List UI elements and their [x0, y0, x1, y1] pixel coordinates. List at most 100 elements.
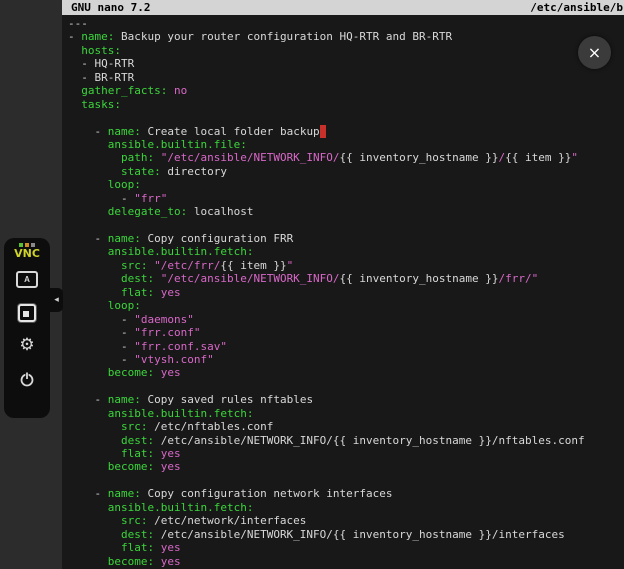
- code-segment: flat:: [121, 447, 154, 460]
- code-segment: [154, 447, 161, 460]
- code-line: ansible.builtin.fetch:: [68, 245, 624, 258]
- code-segment: [68, 434, 121, 447]
- code-line: - "daemons": [68, 313, 624, 326]
- code-segment: name:: [108, 125, 141, 138]
- code-segment: src:: [121, 420, 148, 433]
- code-segment: yes: [161, 447, 181, 460]
- code-segment: - HQ-RTR: [68, 57, 134, 70]
- power-button[interactable]: [10, 362, 44, 395]
- code-segment: -: [68, 125, 108, 138]
- settings-button[interactable]: ⚙: [10, 329, 44, 362]
- code-line: path: "/etc/ansible/NETWORK_INFO/{{ inve…: [68, 151, 624, 164]
- code-segment: delegate_to:: [108, 205, 187, 218]
- code-segment: "/etc/ansible/NETWORK_INFO/: [161, 151, 340, 164]
- code-line: tasks:: [68, 98, 624, 111]
- code-segment: /nftables.conf: [492, 434, 585, 447]
- code-segment: [68, 151, 121, 164]
- code-segment: yes: [161, 366, 181, 379]
- code-segment: "/etc/frr/: [154, 259, 220, 272]
- code-line: - "vtysh.conf": [68, 353, 624, 366]
- code-line: - name: Copy saved rules nftables: [68, 393, 624, 406]
- code-segment: name:: [108, 487, 141, 500]
- code-segment: no: [174, 84, 187, 97]
- code-segment: [68, 98, 81, 111]
- code-segment: -: [68, 30, 81, 43]
- code-segment: flat:: [121, 286, 154, 299]
- code-segment: "frr": [134, 192, 167, 205]
- code-line: [68, 111, 624, 124]
- code-segment: [68, 447, 121, 460]
- code-segment: "/etc/ansible/NETWORK_INFO/: [161, 272, 340, 285]
- code-segment: dest:: [121, 434, 154, 447]
- code-segment: [68, 407, 108, 420]
- code-segment: [167, 84, 174, 97]
- code-segment: hosts:: [81, 44, 121, 57]
- code-segment: ansible.builtin.file:: [108, 138, 247, 151]
- code-segment: flat:: [121, 541, 154, 554]
- control-bar-handle[interactable]: ◂: [50, 288, 63, 312]
- vnc-logo: VNC: [14, 243, 40, 259]
- code-segment: Copy configuration network interfaces: [141, 487, 393, 500]
- code-segment: [68, 366, 108, 379]
- code-segment: dest:: [121, 528, 154, 541]
- code-segment: {{ inventory_hostname }}: [340, 272, 499, 285]
- code-segment: /etc/nftables.conf: [147, 420, 273, 433]
- code-segment: [68, 528, 121, 541]
- fullscreen-button[interactable]: [10, 296, 44, 329]
- code-segment: [154, 541, 161, 554]
- code-segment: Copy configuration FRR: [141, 232, 293, 245]
- code-segment: state:: [121, 165, 161, 178]
- code-segment: become:: [108, 366, 154, 379]
- code-segment: {{ inventory_hostname }}: [333, 434, 492, 447]
- code-segment: [154, 366, 161, 379]
- code-segment: Backup your router configuration HQ-RTR …: [114, 30, 452, 43]
- code-segment: [68, 514, 121, 527]
- code-segment: {{ item }}: [505, 151, 571, 164]
- code-line: flat: yes: [68, 541, 624, 554]
- code-segment: [68, 165, 121, 178]
- code-segment: [68, 259, 121, 272]
- code-segment: [68, 272, 121, 285]
- code-segment: [68, 178, 108, 191]
- code-line: become: yes: [68, 366, 624, 379]
- code-segment: "frr.conf.sav": [134, 340, 227, 353]
- code-line: ansible.builtin.fetch:: [68, 501, 624, 514]
- code-segment: Copy saved rules nftables: [141, 393, 313, 406]
- code-segment: Create local folder backup: [141, 125, 320, 138]
- close-button[interactable]: ×: [578, 36, 611, 69]
- code-segment: [68, 460, 108, 473]
- code-segment: /etc/network/interfaces: [147, 514, 306, 527]
- code-segment: [68, 205, 108, 218]
- gear-icon: ⚙: [19, 337, 34, 354]
- code-segment: -: [68, 487, 108, 500]
- code-segment: ": [287, 259, 294, 272]
- code-segment: src:: [121, 514, 148, 527]
- keyboard-button[interactable]: A: [10, 263, 44, 296]
- code-line: become: yes: [68, 555, 624, 568]
- code-segment: yes: [161, 460, 181, 473]
- code-segment: /interfaces: [492, 528, 565, 541]
- code-line: dest: "/etc/ansible/NETWORK_INFO/{{ inve…: [68, 272, 624, 285]
- code-segment: /etc/ansible/NETWORK_INFO/: [154, 528, 333, 541]
- code-line: - "frr.conf": [68, 326, 624, 339]
- code-line: ansible.builtin.fetch:: [68, 407, 624, 420]
- code-segment: tasks:: [81, 98, 121, 111]
- code-line: become: yes: [68, 460, 624, 473]
- keyboard-icon: A: [16, 271, 38, 288]
- fullscreen-icon: [18, 304, 36, 322]
- code-line: delegate_to: localhost: [68, 205, 624, 218]
- code-segment: yes: [161, 541, 181, 554]
- code-segment: [154, 272, 161, 285]
- code-segment: yes: [161, 286, 181, 299]
- editor-content[interactable]: ---- name: Backup your router configurat…: [62, 15, 624, 568]
- code-line: - name: Backup your router configuration…: [68, 30, 624, 43]
- code-line: gather_facts: no: [68, 84, 624, 97]
- code-line: [68, 219, 624, 232]
- code-segment: name:: [81, 30, 114, 43]
- code-segment: src:: [121, 259, 148, 272]
- code-segment: [68, 555, 108, 568]
- chevron-left-icon: ◂: [54, 295, 59, 305]
- terminal-window[interactable]: GNU nano 7.2 /etc/ansible/b ---- name: B…: [62, 0, 624, 569]
- code-segment: -: [68, 393, 108, 406]
- code-segment: ": [571, 151, 578, 164]
